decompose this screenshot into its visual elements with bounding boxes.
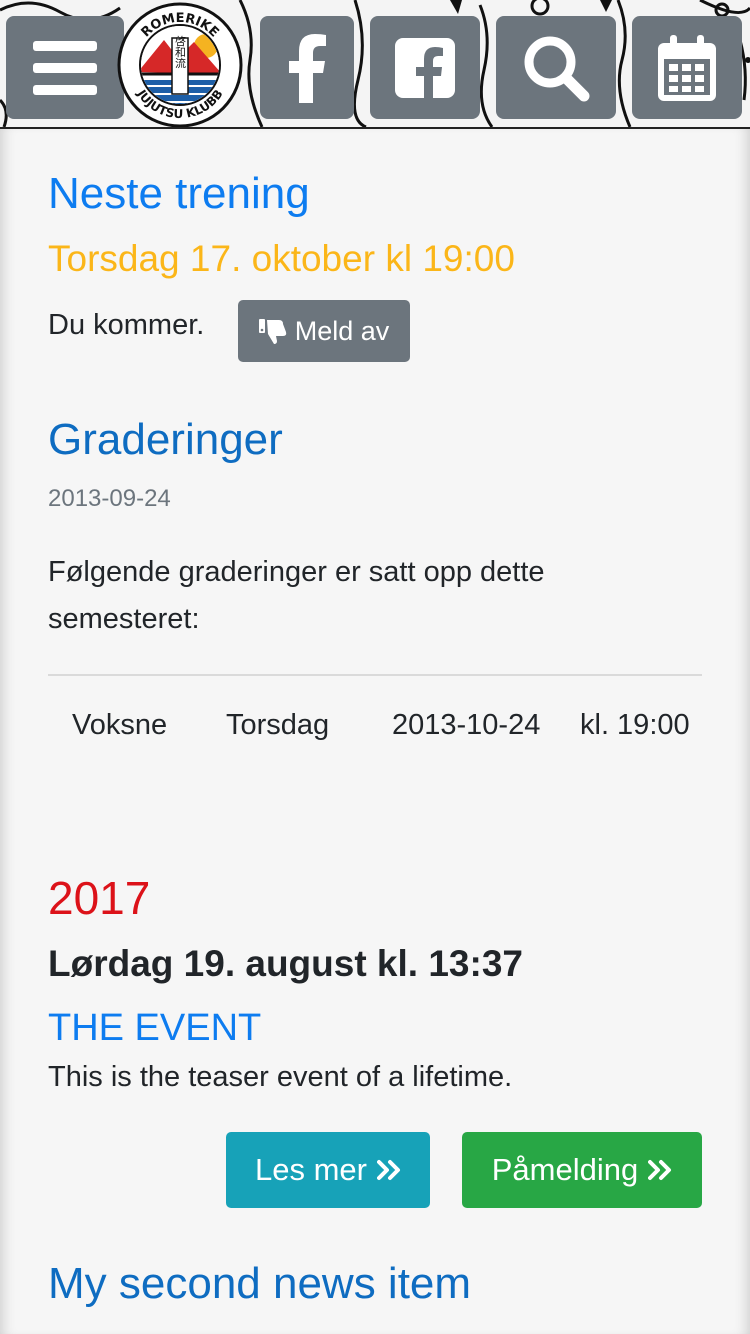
next-training-date: Torsdag 17. oktober kl 19:00	[48, 238, 515, 279]
calendar-button[interactable]	[632, 16, 742, 119]
next-training-title: Neste trening	[48, 169, 310, 218]
facebook-square-icon	[395, 37, 455, 98]
club-logo[interactable]: 啓和流 ROMERIKE JUJUTSU KLUBB	[116, 2, 244, 127]
cancel-attendance-label: Meld av	[294, 315, 390, 346]
calendar-icon	[658, 34, 716, 101]
thumbs-down-icon	[258, 319, 286, 344]
grading-group: Voksne	[72, 709, 168, 741]
menu-button[interactable]	[6, 16, 124, 119]
signup-button[interactable]: Påmelding	[462, 1132, 702, 1208]
event-year: 2017	[48, 872, 151, 924]
grading-time: kl. 19:00	[580, 709, 690, 741]
menu-icon	[33, 40, 97, 95]
search-button[interactable]	[496, 16, 616, 119]
double-chevron-right-icon	[648, 1160, 672, 1180]
divider	[48, 674, 702, 676]
facebook-page-button[interactable]	[370, 16, 480, 119]
facebook-f-icon	[289, 33, 326, 103]
main-content: Neste trening Torsdag 17. oktober kl 19:…	[0, 129, 750, 1334]
read-more-label: Les mer	[255, 1152, 367, 1187]
event-teaser: This is the teaser event of a lifetime.	[48, 1061, 513, 1093]
grading-date: 2013-10-24	[392, 709, 541, 741]
double-chevron-right-icon	[376, 1160, 400, 1180]
top-navbar: 啓和流 ROMERIKE JUJUTSU KLUBB	[0, 0, 750, 129]
search-icon	[524, 36, 590, 101]
attendance-status: Du kommer.	[48, 309, 205, 341]
logo-kanji: 啓和流	[174, 34, 187, 68]
gradings-description: Følgende graderinger er satt opp dette s…	[48, 556, 545, 635]
cancel-attendance-button[interactable]: Meld av	[238, 300, 410, 362]
gradings-title[interactable]: Graderinger	[48, 415, 283, 465]
news-item-title[interactable]: My second news item	[48, 1259, 471, 1309]
event-title[interactable]: THE EVENT	[48, 1004, 261, 1052]
gradings-published-date: 2013-09-24	[48, 485, 171, 512]
facebook-button[interactable]	[260, 16, 354, 119]
grading-day: Torsdag	[226, 709, 330, 741]
event-date: Lørdag 19. august kl. 13:37	[48, 943, 523, 984]
signup-label: Påmelding	[491, 1152, 639, 1187]
read-more-button[interactable]: Les mer	[226, 1132, 430, 1208]
